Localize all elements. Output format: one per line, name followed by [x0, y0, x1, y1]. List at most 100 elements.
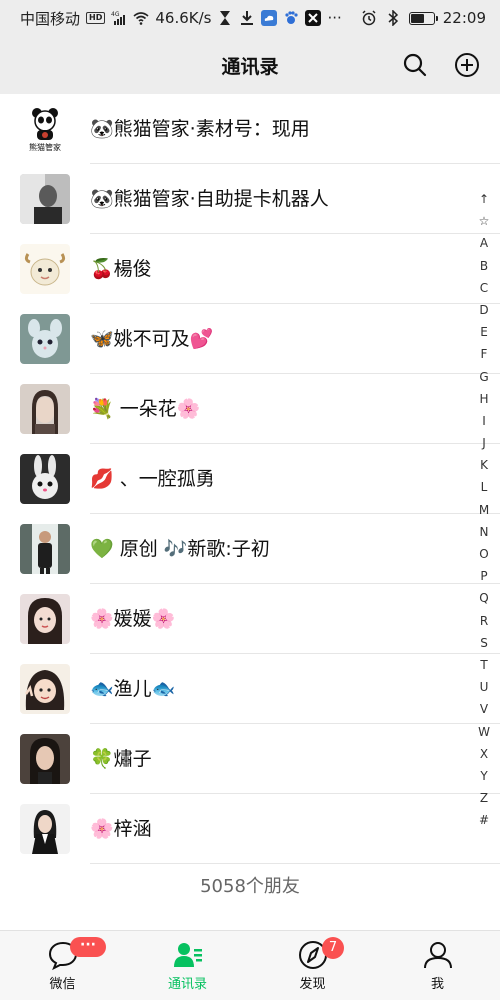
index-letter[interactable]: #: [479, 809, 489, 831]
hd-icon: HD: [86, 12, 106, 24]
avatar: [20, 384, 70, 434]
tab-label: 微信: [49, 977, 76, 992]
index-letter[interactable]: H: [479, 388, 488, 410]
avatar: [20, 244, 70, 294]
status-bar: 中国移动 HD 4G 46.6K/s ··· 22:09: [0, 0, 500, 36]
index-letter[interactable]: G: [479, 366, 488, 388]
person-icon: [422, 939, 454, 971]
index-letter[interactable]: S: [480, 632, 488, 654]
unread-badge: ···: [70, 937, 106, 957]
index-letter[interactable]: ↑: [479, 188, 489, 210]
avatar: [20, 594, 70, 644]
index-letter[interactable]: W: [478, 721, 490, 743]
avatar: [20, 174, 70, 224]
contact-row[interactable]: 🌸梓涵: [0, 794, 500, 864]
index-letter[interactable]: P: [480, 565, 487, 587]
contact-name: 🐼熊猫管家·素材号：现用: [90, 118, 310, 140]
wifi-icon: [133, 10, 149, 26]
battery-icon: [408, 11, 438, 25]
cloud-icon: [261, 10, 278, 26]
avatar: [20, 314, 70, 364]
contact-name: 🍒楊俊: [90, 258, 152, 280]
contact-row[interactable]: 💋 、一腔孤勇: [0, 444, 500, 514]
index-letter[interactable]: F: [481, 343, 488, 365]
alarm-icon: [361, 10, 377, 26]
tab-contacts[interactable]: 通讯录: [125, 931, 250, 1000]
tab-chats[interactable]: 微信 ···: [0, 931, 125, 1000]
contact-name: 🐟渔儿🐟: [90, 678, 176, 700]
index-letter[interactable]: B: [480, 255, 488, 277]
index-letter[interactable]: N: [480, 521, 489, 543]
download-icon: [239, 10, 255, 26]
index-letter[interactable]: D: [479, 299, 488, 321]
index-letter[interactable]: T: [480, 654, 487, 676]
contact-row[interactable]: 🍀熽子: [0, 724, 500, 794]
avatar: [20, 454, 70, 504]
index-letter[interactable]: M: [479, 499, 489, 521]
contact-name: 🌸媛媛🌸: [90, 608, 176, 630]
index-letter[interactable]: U: [480, 676, 489, 698]
hourglass-icon: [217, 10, 233, 26]
alphabet-index-bar[interactable]: ↑ ☆ A B C D E F G H I J K L M N O P Q R S T U V W X Y Z #: [474, 188, 494, 831]
page-title: 通讯录: [221, 55, 279, 78]
more-icon: ···: [327, 9, 342, 27]
index-letter[interactable]: ☆: [479, 210, 490, 232]
contact-name: 💚 原创 🎶新歌:子初: [90, 538, 270, 560]
index-letter[interactable]: V: [480, 698, 488, 720]
contact-row[interactable]: 💚 原创 🎶新歌:子初: [0, 514, 500, 584]
contact-row[interactable]: 💐 一朵花🌸: [0, 374, 500, 444]
contact-row[interactable]: 🌸媛媛🌸: [0, 584, 500, 654]
index-letter[interactable]: J: [482, 432, 486, 454]
divider: [90, 863, 500, 864]
contacts-icon: [172, 939, 204, 971]
contact-row[interactable]: 🍒楊俊: [0, 234, 500, 304]
tab-me[interactable]: 我: [375, 931, 500, 1000]
top-bar: 通讯录: [0, 36, 500, 94]
avatar: [20, 524, 70, 574]
add-icon[interactable]: [454, 52, 480, 78]
tab-label: 我: [430, 977, 444, 992]
tab-label: 发现: [299, 977, 326, 992]
clock: 22:09: [442, 9, 486, 27]
avatar: [20, 734, 70, 784]
avatar: 熊猫管家: [20, 104, 70, 154]
contact-row[interactable]: 🐼熊猫管家·自助提卡机器人: [0, 164, 500, 234]
avatar: [20, 804, 70, 854]
index-letter[interactable]: R: [480, 610, 488, 632]
contact-row[interactable]: 熊猫管家 🐼熊猫管家·素材号：现用: [0, 94, 500, 164]
index-letter[interactable]: A: [480, 232, 488, 254]
capcut-icon: [305, 10, 322, 26]
svg-text:熊猫管家: 熊猫管家: [29, 142, 61, 152]
contact-name: 💐 一朵花🌸: [90, 398, 201, 420]
baidu-icon: [283, 10, 299, 26]
notification-badge: 7: [322, 937, 344, 959]
tab-discover[interactable]: 发现 7: [250, 931, 375, 1000]
index-letter[interactable]: C: [480, 277, 488, 299]
signal-icon: 4G: [111, 10, 127, 26]
index-letter[interactable]: X: [480, 743, 488, 765]
index-letter[interactable]: Y: [480, 765, 487, 787]
bottom-tab-bar: 微信 ··· 通讯录 发现 7 我: [0, 930, 500, 1000]
friend-count: 5058个朋友: [200, 876, 300, 897]
index-letter[interactable]: I: [482, 410, 486, 432]
index-letter[interactable]: Q: [479, 587, 488, 609]
search-icon[interactable]: [402, 52, 428, 78]
index-letter[interactable]: Z: [480, 787, 488, 809]
contact-name: 🐼熊猫管家·自助提卡机器人: [90, 188, 329, 210]
carrier-label: 中国移动: [20, 9, 81, 28]
contact-name: 🌸梓涵: [90, 818, 152, 840]
network-speed: 46.6K/s: [155, 9, 212, 27]
svg-text:4G: 4G: [111, 11, 120, 18]
bluetooth-icon: [385, 10, 401, 26]
index-letter[interactable]: O: [479, 543, 488, 565]
index-letter[interactable]: E: [480, 321, 488, 343]
contact-list: 熊猫管家 🐼熊猫管家·素材号：现用 🐼熊猫管家·自助提卡机器人 🍒楊俊 🦋姚不可…: [0, 94, 500, 930]
index-letter[interactable]: K: [480, 454, 488, 476]
contact-name: 🦋姚不可及💕: [90, 328, 214, 350]
contact-row[interactable]: 🐟渔儿🐟: [0, 654, 500, 724]
contact-name: 🍀熽子: [90, 748, 152, 770]
contact-name: 💋 、一腔孤勇: [90, 468, 215, 490]
index-letter[interactable]: L: [481, 476, 488, 498]
avatar: [20, 664, 70, 714]
contact-row[interactable]: 🦋姚不可及💕: [0, 304, 500, 374]
